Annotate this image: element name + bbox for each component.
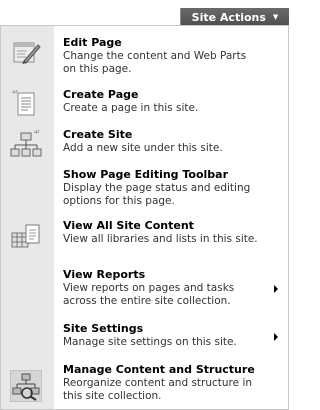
menu-item-title: View All Site Content: [63, 219, 194, 232]
menu-item-site-settings[interactable]: Site Settings Manage site settings on th…: [1, 322, 288, 354]
menu-item-create-page[interactable]: Create Page Create a page in this site.: [1, 88, 288, 120]
menu-item-create-site[interactable]: Create Site Add a new site under this si…: [1, 128, 288, 160]
create-site-icon: [10, 128, 42, 160]
site-actions-menu: Edit Page Change the content and Web Par…: [0, 25, 289, 410]
menu-item-title: Create Page: [63, 88, 139, 101]
menu-item-description: Display the page status and editing optio…: [63, 182, 251, 207]
menu-item-description: Add a new site under this site.: [63, 142, 223, 154]
site-actions-label: Site Actions: [191, 10, 266, 24]
menu-item-title: Edit Page: [63, 36, 122, 49]
menu-item-description: Create a page in this site.: [63, 102, 199, 114]
menu-item-title: Create Site: [63, 128, 133, 141]
menu-item-title: Site Settings: [63, 322, 144, 335]
menu-item-manage-content-and-structure[interactable]: Manage Content and Structure Reorganize …: [1, 363, 288, 407]
menu-item-title: View Reports: [63, 268, 146, 281]
menu-item-title: Show Page Editing Toolbar: [63, 168, 229, 181]
menu-item-description: Manage site settings on this site.: [63, 336, 237, 348]
menu-item-description: Change the content and Web Parts on this …: [63, 50, 247, 75]
site-actions-button[interactable]: Site Actions ▼: [180, 8, 289, 26]
dropdown-caret-icon: ▼: [272, 12, 279, 21]
edit-page-icon: [10, 36, 42, 68]
submenu-arrow-icon: [274, 333, 278, 341]
create-page-icon: [10, 88, 42, 120]
menu-item-edit-page[interactable]: Edit Page Change the content and Web Par…: [1, 36, 288, 80]
menu-item-description: Reorganize content and structure in this …: [63, 377, 253, 402]
menu-item-view-reports[interactable]: View Reports View reports on pages and t…: [1, 268, 288, 312]
manage-content-structure-icon: [10, 370, 42, 402]
menu-item-title: Manage Content and Structure: [63, 363, 255, 376]
submenu-arrow-icon: [274, 285, 278, 293]
menu-item-description: View all libraries and lists in this sit…: [63, 233, 258, 245]
view-all-site-content-icon: [10, 219, 42, 251]
menu-item-description: View reports on pages and tasks across th…: [63, 282, 235, 307]
menu-item-view-all-site-content[interactable]: View All Site Content View all libraries…: [1, 219, 288, 251]
menu-item-show-page-editing-toolbar[interactable]: Show Page Editing Toolbar Display the pa…: [1, 168, 288, 212]
